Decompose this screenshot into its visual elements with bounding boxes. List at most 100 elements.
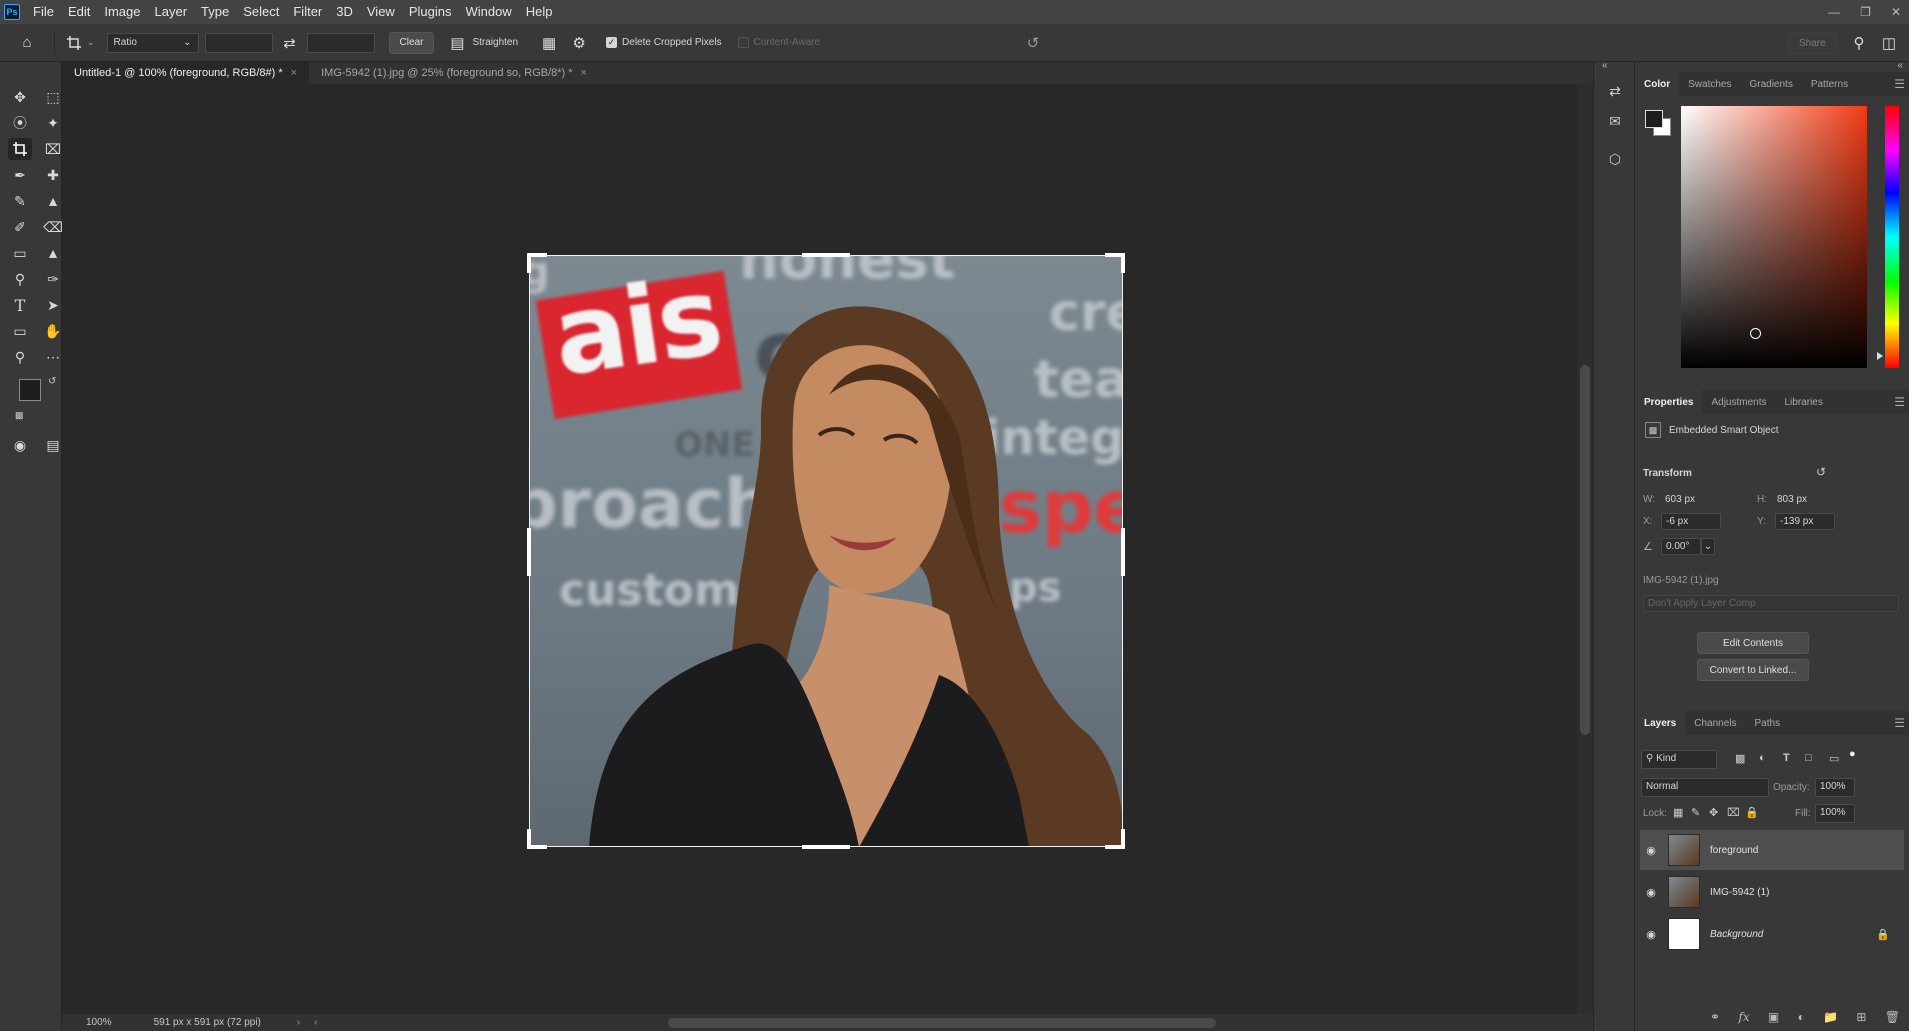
filter-toggle-icon[interactable]: ●	[1849, 748, 1856, 760]
new-group-icon[interactable]: 📁	[1823, 1010, 1838, 1028]
history-panel-icon[interactable]: ⇄	[1606, 82, 1624, 100]
crop-handle-bottom-right-v[interactable]	[1121, 829, 1125, 849]
swap-icon[interactable]: ⇄	[277, 30, 303, 56]
lasso-tool-icon[interactable]: ⦿	[8, 112, 32, 134]
lock-transparent-icon[interactable]: ▦	[1673, 806, 1683, 819]
lock-artboard-icon[interactable]: ⌧	[1727, 806, 1740, 819]
menu-help[interactable]: Help	[519, 0, 560, 24]
close-icon[interactable]: ×	[291, 67, 297, 79]
y-field[interactable]: -139 px	[1775, 513, 1835, 530]
chevron-down-icon[interactable]: ⌄	[87, 37, 95, 48]
menu-select[interactable]: Select	[236, 0, 286, 24]
crop-handle-left[interactable]	[527, 528, 531, 576]
visibility-eye-icon[interactable]: ◉	[1640, 844, 1662, 857]
crop-handle-right[interactable]	[1121, 528, 1125, 576]
convert-to-linked-button[interactable]: Convert to Linked...	[1697, 659, 1809, 681]
lock-all-icon[interactable]: 🔒	[1745, 806, 1759, 819]
filter-adjustment-icon[interactable]: ◐	[1759, 752, 1766, 764]
menu-file[interactable]: File	[26, 0, 61, 24]
workspace-icon[interactable]: ◫	[1876, 30, 1902, 56]
menu-view[interactable]: View	[360, 0, 402, 24]
collapse-icon[interactable]: «	[1602, 60, 1608, 71]
adjustment-layer-icon[interactable]: ◐	[1798, 1010, 1805, 1028]
layer-comp-select[interactable]: Don't Apply Layer Comp	[1643, 595, 1899, 612]
menu-plugins[interactable]: Plugins	[402, 0, 459, 24]
restore-icon[interactable]: ❐	[1860, 5, 1871, 19]
tab-libraries[interactable]: Libraries	[1776, 390, 1832, 414]
clear-button[interactable]: Clear	[388, 31, 435, 54]
zoom-tool-icon[interactable]: ⚲	[8, 346, 32, 368]
close-icon[interactable]: ✕	[1891, 5, 1901, 19]
tab-layers[interactable]: Layers	[1635, 711, 1686, 735]
visibility-eye-icon[interactable]: ◉	[1640, 928, 1662, 941]
crop-handle-bottom-left-v[interactable]	[527, 829, 531, 849]
tab-adjustments[interactable]: Adjustments	[1702, 390, 1775, 414]
color-picker-cursor[interactable]	[1750, 328, 1761, 339]
layer-row-background[interactable]: ◉ Background 🔒	[1640, 914, 1904, 954]
filter-type-icon[interactable]: T	[1783, 752, 1790, 764]
lock-image-icon[interactable]: ✎	[1691, 806, 1700, 819]
angle-dropdown[interactable]: ⌄	[1701, 538, 1715, 555]
grid-overlay-icon[interactable]: ▦	[536, 30, 562, 56]
foreground-color-swatch[interactable]	[19, 379, 41, 401]
comments-panel-icon[interactable]: ✉	[1606, 112, 1624, 130]
opacity-field[interactable]: 100%	[1815, 778, 1855, 797]
home-icon[interactable]: ⌂	[14, 30, 40, 56]
move-tool-icon[interactable]: ✥	[8, 86, 32, 108]
tab-paths[interactable]: Paths	[1746, 711, 1790, 735]
quick-mask-icon[interactable]: ◉	[8, 434, 32, 456]
swap-colors-icon[interactable]: ↺	[48, 376, 56, 387]
tab-swatches[interactable]: Swatches	[1679, 72, 1740, 96]
lock-position-icon[interactable]: ✥	[1709, 806, 1718, 819]
width-value[interactable]: 603 px	[1665, 494, 1695, 505]
tab-channels[interactable]: Channels	[1685, 711, 1745, 735]
content-aware-checkbox[interactable]: Content-Aware	[737, 37, 820, 48]
menu-3d[interactable]: 3D	[329, 0, 360, 24]
crop-handle-top[interactable]	[802, 253, 850, 257]
layer-name[interactable]: Background	[1710, 929, 1763, 940]
panel-menu-icon[interactable]: ☰	[1894, 77, 1905, 91]
crop-handle-bottom[interactable]	[802, 845, 850, 849]
visibility-eye-icon[interactable]: ◉	[1640, 886, 1662, 899]
filter-pixel-icon[interactable]: ▩	[1735, 752, 1745, 765]
color-picker-field[interactable]	[1681, 106, 1867, 368]
layer-name[interactable]: foreground	[1710, 845, 1758, 856]
tab-untitled-1[interactable]: Untitled-1 @ 100% (foreground, RGB/8#) *…	[62, 62, 310, 84]
blend-mode-select[interactable]: Normal	[1641, 778, 1769, 797]
menu-image[interactable]: Image	[97, 0, 147, 24]
eyedropper-tool-icon[interactable]: ✒	[8, 164, 32, 186]
3d-panel-icon[interactable]: ⬡	[1606, 150, 1624, 168]
x-field[interactable]: -6 px	[1661, 513, 1721, 530]
height-value[interactable]: 803 px	[1777, 494, 1807, 505]
tab-properties[interactable]: Properties	[1635, 390, 1703, 414]
delete-layer-icon[interactable]: 🗑	[1885, 1010, 1900, 1028]
ratio-select[interactable]: Ratio ⌄	[106, 32, 199, 53]
share-button[interactable]: Share	[1788, 32, 1837, 54]
vertical-scroll-thumb[interactable]	[1580, 365, 1590, 735]
tab-color[interactable]: Color	[1635, 72, 1680, 96]
menu-layer[interactable]: Layer	[148, 0, 195, 24]
close-icon[interactable]: ×	[581, 67, 587, 79]
history-brush-tool-icon[interactable]: ✐	[8, 216, 32, 238]
menu-type[interactable]: Type	[194, 0, 236, 24]
hue-slider[interactable]	[1885, 106, 1899, 368]
fill-field[interactable]: 100%	[1815, 804, 1855, 823]
straighten-button[interactable]: Straighten	[472, 37, 518, 48]
crop-handle-top-right-v[interactable]	[1121, 253, 1125, 273]
tab-gradients[interactable]: Gradients	[1740, 72, 1801, 96]
link-layers-icon[interactable]: ⚭	[1710, 1010, 1720, 1028]
menu-filter[interactable]: Filter	[286, 0, 329, 24]
fx-icon[interactable]: fx	[1738, 1010, 1749, 1028]
gear-icon[interactable]: ⚙	[566, 30, 592, 56]
scroll-left-icon[interactable]: ‹	[314, 1017, 317, 1028]
edit-contents-button[interactable]: Edit Contents	[1697, 632, 1809, 654]
angle-field[interactable]: 0.00°	[1661, 538, 1701, 555]
new-layer-icon[interactable]: ⊞	[1856, 1010, 1866, 1028]
layer-row-img-5942[interactable]: ◉ IMG-5942 (1)	[1640, 872, 1904, 912]
menu-window[interactable]: Window	[458, 0, 518, 24]
lock-icon[interactable]: 🔒	[1876, 928, 1890, 941]
chevron-right-icon[interactable]: ›	[297, 1017, 300, 1028]
menu-edit[interactable]: Edit	[61, 0, 97, 24]
crop-handle-top-left-v[interactable]	[527, 253, 531, 273]
crop-tool-preset-icon[interactable]	[61, 30, 87, 56]
